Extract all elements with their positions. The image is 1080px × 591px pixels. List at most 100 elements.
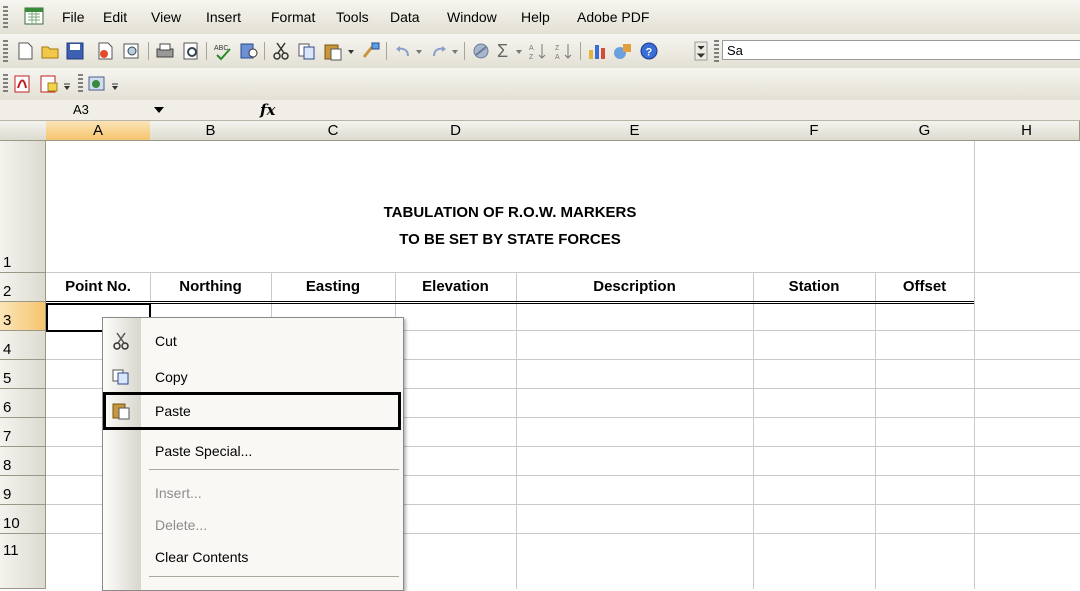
save-icon[interactable] <box>64 41 86 61</box>
menu-file[interactable]: File <box>62 9 85 25</box>
menu-item-cut[interactable]: Cut <box>103 324 403 358</box>
column-header-b[interactable]: B <box>150 121 272 141</box>
sort-ascending-icon[interactable]: AZ <box>528 41 550 61</box>
name-box-dropdown-icon[interactable] <box>154 107 164 113</box>
toolbar-grip[interactable] <box>3 74 8 94</box>
column-header-d[interactable]: D <box>395 121 517 141</box>
toolbar-grip[interactable] <box>78 74 83 94</box>
pdf-review-icon[interactable] <box>38 74 60 94</box>
header-northing[interactable]: Northing <box>150 273 271 301</box>
toolbar-options-icon[interactable] <box>110 74 120 94</box>
menu-view[interactable]: View <box>151 9 181 25</box>
context-menu: Cut Copy Paste Paste Special... Insert..… <box>102 317 404 591</box>
row-number: 7 <box>3 428 12 445</box>
column-header-c[interactable]: C <box>271 121 396 141</box>
row-header-7[interactable]: 7 <box>0 418 46 447</box>
paste-dropdown-icon[interactable] <box>346 41 356 61</box>
grid-line <box>875 273 876 589</box>
row-number: 6 <box>3 399 12 416</box>
column-header-h[interactable]: H <box>974 121 1080 141</box>
row-header-11[interactable]: 11 <box>0 534 46 589</box>
toolbar-separator <box>580 42 581 60</box>
header-offset[interactable]: Offset <box>875 273 974 301</box>
toolbar-options-icon[interactable] <box>694 41 708 61</box>
redo-dropdown-icon[interactable] <box>450 41 460 61</box>
undo-icon[interactable] <box>392 41 414 61</box>
row-header-8[interactable]: 8 <box>0 447 46 476</box>
row-header-6[interactable]: 6 <box>0 389 46 418</box>
print-preview-icon[interactable] <box>120 41 142 61</box>
menu-data[interactable]: Data <box>390 9 420 25</box>
menu-item-label: Cut <box>155 333 177 349</box>
menu-edit[interactable]: Edit <box>103 9 127 25</box>
cut-icon[interactable] <box>270 41 292 61</box>
menu-item-copy[interactable]: Copy <box>103 360 403 394</box>
paste-highlight-box <box>103 392 401 430</box>
column-header-g[interactable]: G <box>875 121 975 141</box>
column-header-f[interactable]: F <box>753 121 876 141</box>
insert-function-icon[interactable]: fx <box>260 101 275 119</box>
column-header-e[interactable]: E <box>516 121 754 141</box>
row-header-10[interactable]: 10 <box>0 505 46 534</box>
sheet-title-line-2[interactable]: TO BE SET BY STATE FORCES <box>46 231 974 248</box>
chart-wizard-icon[interactable] <box>586 41 608 61</box>
menu-format[interactable]: Format <box>271 9 315 25</box>
print-preview-page-icon[interactable] <box>180 41 202 61</box>
header-point-no[interactable]: Point No. <box>46 273 150 301</box>
paste-icon[interactable] <box>322 41 344 61</box>
menu-help[interactable]: Help <box>521 9 550 25</box>
header-description[interactable]: Description <box>516 273 753 301</box>
toolbar-grip[interactable] <box>714 40 719 62</box>
menu-tools[interactable]: Tools <box>336 9 369 25</box>
permission-icon[interactable] <box>94 41 116 61</box>
hyperlink-icon[interactable] <box>470 41 492 61</box>
menu-item-delete[interactable]: Delete... <box>103 508 403 542</box>
menu-window[interactable]: Window <box>447 9 497 25</box>
toolbar-options-icon[interactable] <box>62 74 72 94</box>
row-number: 10 <box>3 515 20 532</box>
menu-item-paste-special[interactable]: Paste Special... <box>103 434 403 468</box>
sort-descending-icon[interactable]: ZA <box>554 41 576 61</box>
header-easting[interactable]: Easting <box>271 273 395 301</box>
drawing-icon[interactable] <box>612 41 634 61</box>
copy-icon[interactable] <box>296 41 318 61</box>
convert-to-pdf-icon[interactable] <box>12 74 34 94</box>
name-box-value[interactable]: A3 <box>73 102 89 117</box>
svg-text:ABC: ABC <box>214 45 228 52</box>
toolbar-separator <box>264 42 265 60</box>
copy-icon <box>112 369 129 385</box>
font-name-box[interactable]: Sa <box>722 40 1080 60</box>
menu-item-insert[interactable]: Insert... <box>103 476 403 510</box>
column-header-a[interactable]: A <box>46 121 151 141</box>
toolbar-separator <box>206 42 207 60</box>
menu-adobe-pdf[interactable]: Adobe PDF <box>577 9 649 25</box>
toolbar-grip[interactable] <box>3 40 8 62</box>
new-icon[interactable] <box>14 41 36 61</box>
format-painter-icon[interactable] <box>360 41 382 61</box>
row-header-4[interactable]: 4 <box>0 331 46 360</box>
spelling-icon[interactable]: ABC <box>212 41 234 61</box>
sheet-title-line-1[interactable]: TABULATION OF R.O.W. MARKERS <box>46 204 974 221</box>
excel-document-icon[interactable] <box>24 6 44 26</box>
toolbar-separator <box>464 42 465 60</box>
row-header-2[interactable]: 2 <box>0 273 46 302</box>
autosum-dropdown-icon[interactable] <box>514 41 524 61</box>
redo-icon[interactable] <box>428 41 450 61</box>
toolbar-grip[interactable] <box>3 6 8 28</box>
row-header-9[interactable]: 9 <box>0 476 46 505</box>
research-icon[interactable] <box>238 41 260 61</box>
header-elevation[interactable]: Elevation <box>395 273 516 301</box>
menu-item-clear-contents[interactable]: Clear Contents <box>103 540 403 574</box>
undo-dropdown-icon[interactable] <box>414 41 424 61</box>
web-toolbar-icon[interactable] <box>86 74 108 94</box>
row-header-3[interactable]: 3 <box>0 302 46 331</box>
header-station[interactable]: Station <box>753 273 875 301</box>
open-icon[interactable] <box>40 41 62 61</box>
row-header-1[interactable]: 1 <box>0 141 46 273</box>
help-icon[interactable]: ? <box>638 41 660 61</box>
name-box[interactable]: A3 <box>0 100 180 119</box>
print-icon[interactable] <box>154 41 176 61</box>
select-all-corner[interactable] <box>0 121 47 141</box>
row-header-5[interactable]: 5 <box>0 360 46 389</box>
menu-insert[interactable]: Insert <box>206 9 241 25</box>
